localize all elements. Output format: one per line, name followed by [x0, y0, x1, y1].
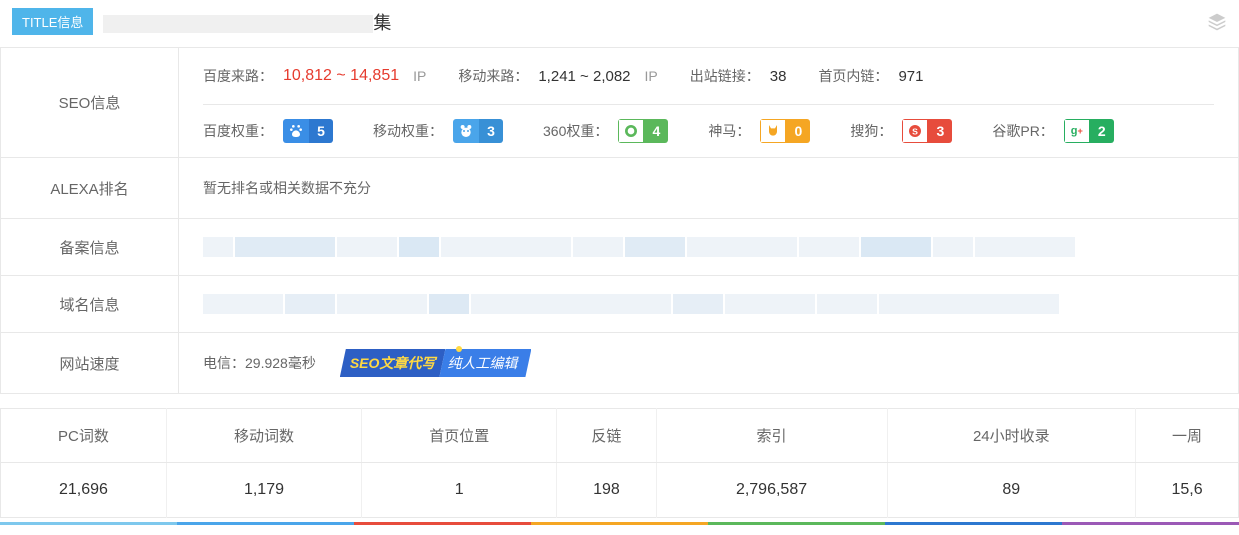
stats-header[interactable]: 一周 — [1136, 409, 1239, 463]
bar-segment — [354, 522, 531, 525]
baidu-weight[interactable]: 百度权重： 5 — [203, 119, 333, 143]
internal-links: 首页内链： 971 — [818, 66, 923, 86]
bar-segment — [0, 522, 177, 525]
header-tools[interactable] — [1207, 12, 1227, 32]
promo-right: 纯人工编辑 — [439, 349, 531, 377]
promo-badge[interactable]: SEO文章代写 纯人工编辑 — [340, 349, 532, 377]
stats-value: 21,696 — [1, 463, 167, 518]
icp-label: 备案信息 — [1, 219, 179, 276]
stats-header[interactable]: 首页位置 — [362, 409, 557, 463]
bottom-color-bars — [0, 522, 1239, 525]
mobile-source: 移动来路： 1,241 ~ 2,082 IP — [458, 66, 657, 86]
stats-value: 89 — [887, 463, 1136, 518]
domain-label: 域名信息 — [1, 276, 179, 333]
promo-dot-icon — [456, 346, 462, 352]
s-icon: S — [902, 119, 928, 143]
mobile-weight[interactable]: 移动权重： 3 — [373, 119, 503, 143]
layers-icon — [1207, 12, 1227, 32]
baidu-source: 百度来路： 10,812 ~ 14,851 IP — [203, 66, 426, 86]
seo-traffic-row: 百度来路： 10,812 ~ 14,851 IP 移动来路： 1,241 ~ 2… — [203, 48, 1214, 105]
360-weight[interactable]: 360权重： 4 — [543, 119, 668, 143]
shenma-weight[interactable]: 神马： 0 — [708, 119, 810, 143]
bar-segment — [177, 522, 354, 525]
stats-value: 2,796,587 — [656, 463, 887, 518]
stats-value: 198 — [557, 463, 656, 518]
sogou-weight[interactable]: 搜狗： S 3 — [850, 119, 952, 143]
sogou-weight-badge: S 3 — [902, 119, 952, 143]
stats-header[interactable]: 索引 — [656, 409, 887, 463]
stats-table: PC词数 移动词数 首页位置 反链 索引 24小时收录 一周 21,696 1,… — [0, 408, 1239, 518]
speed-row: 网站速度 电信：29.928毫秒 SEO文章代写 纯人工编辑 — [1, 333, 1239, 394]
mobile-weight-badge: 3 — [453, 119, 503, 143]
360-weight-badge: 4 — [618, 119, 668, 143]
alexa-text: 暂无排名或相关数据不充分 — [203, 158, 1214, 218]
alexa-row: ALEXA排名 暂无排名或相关数据不充分 — [1, 158, 1239, 219]
stats-value-row: 21,696 1,179 1 198 2,796,587 89 15,6 — [1, 463, 1239, 518]
icp-value-censored — [203, 219, 1214, 275]
bear-icon — [453, 119, 479, 143]
icp-row: 备案信息 — [1, 219, 1239, 276]
stats-value: 1,179 — [166, 463, 361, 518]
stats-header[interactable]: 移动词数 — [166, 409, 361, 463]
google-pr-badge: g+ 2 — [1064, 119, 1114, 143]
shenma-weight-badge: 0 — [760, 119, 810, 143]
stats-value: 1 — [362, 463, 557, 518]
outbound-links: 出站链接： 38 — [690, 66, 787, 86]
page-title: 集 — [103, 9, 391, 35]
seo-info-table: SEO信息 百度来路： 10,812 ~ 14,851 IP 移动来路： 1,2… — [0, 47, 1239, 394]
stats-header[interactable]: 24小时收录 — [887, 409, 1136, 463]
speed-value: 电信：29.928毫秒 — [203, 353, 316, 373]
baidu-weight-badge: 5 — [283, 119, 333, 143]
domain-value-censored — [203, 276, 1214, 332]
bar-segment — [885, 522, 1062, 525]
cat-icon — [760, 119, 786, 143]
bar-segment — [531, 522, 708, 525]
alexa-label: ALEXA排名 — [1, 158, 179, 219]
svg-text:S: S — [912, 126, 918, 136]
bar-segment — [708, 522, 885, 525]
speed-label: 网站速度 — [1, 333, 179, 394]
stats-header[interactable]: PC词数 — [1, 409, 167, 463]
paw-icon — [283, 119, 309, 143]
seo-row: SEO信息 百度来路： 10,812 ~ 14,851 IP 移动来路： 1,2… — [1, 48, 1239, 158]
stats-header-row: PC词数 移动词数 首页位置 反链 索引 24小时收录 一周 — [1, 409, 1239, 463]
stats-value: 15,6 — [1136, 463, 1239, 518]
google-pr[interactable]: 谷歌PR： g+ 2 — [992, 119, 1113, 143]
circle-icon — [618, 119, 644, 143]
seo-weight-row: 百度权重： 5 移动权重： 3 360权重： — [203, 105, 1214, 157]
stats-header[interactable]: 反链 — [557, 409, 656, 463]
domain-row: 域名信息 — [1, 276, 1239, 333]
seo-label: SEO信息 — [1, 48, 179, 158]
g-plus-icon: g+ — [1064, 119, 1090, 143]
promo-left: SEO文章代写 — [340, 349, 446, 377]
bar-segment — [1062, 522, 1239, 525]
title-badge: TITLE信息 — [12, 8, 93, 35]
header: TITLE信息 集 — [0, 0, 1239, 47]
